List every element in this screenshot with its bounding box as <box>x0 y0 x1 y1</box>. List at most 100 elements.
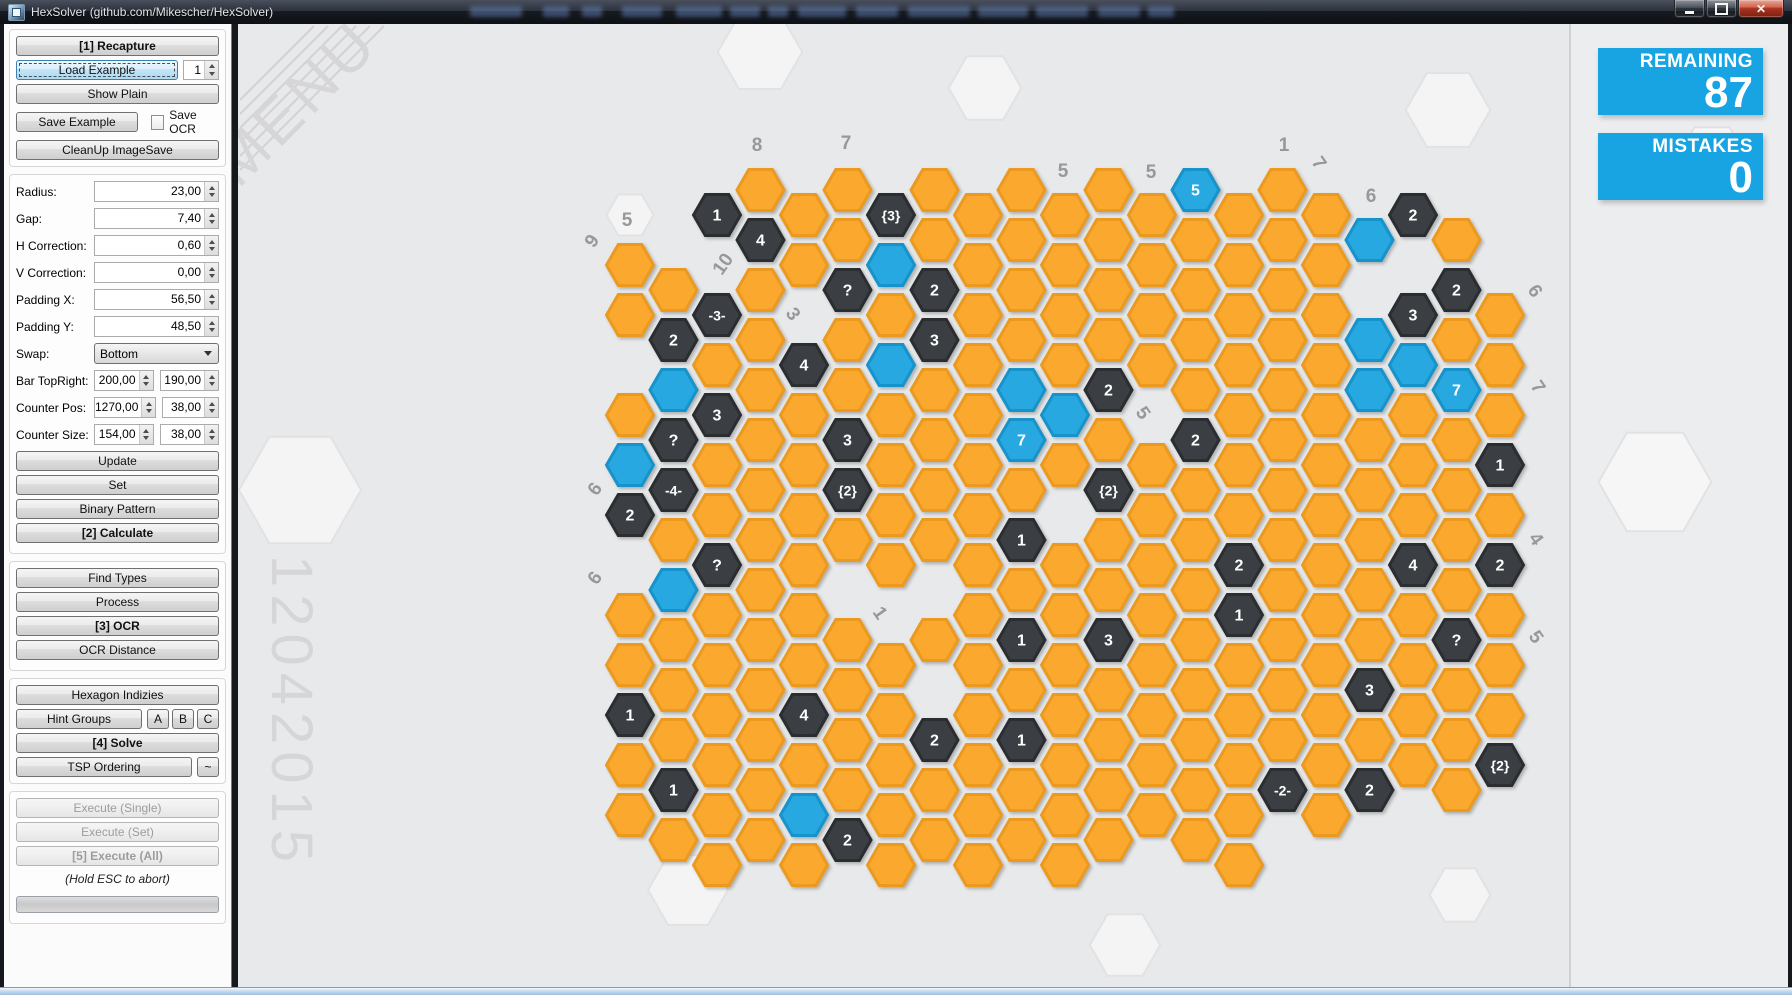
hex-cell-orange-0-12[interactable] <box>607 745 654 786</box>
hex-board[interactable]: MENU12042015212?-4-11-3-3?444?3{2}2{3}23… <box>238 24 1788 988</box>
padding-x-input-0[interactable]: 56,50 <box>94 289 219 310</box>
hex-cell-orange-8-7[interactable] <box>955 495 1002 536</box>
hex-cell-orange-18-11[interactable] <box>1390 695 1437 736</box>
hex-cell-orange-2-6[interactable] <box>694 445 741 486</box>
cleanup-imagesave-button[interactable]: CleanUp ImageSave <box>16 140 219 160</box>
stepper-arrows-icon[interactable] <box>204 209 218 228</box>
hex-cell-orange-16-12[interactable] <box>1303 745 1350 786</box>
hex-cell-orange-14-7[interactable] <box>1216 495 1263 536</box>
hex-cell-orange-6-3[interactable] <box>868 295 915 336</box>
gap-input-0[interactable]: 7,40 <box>94 208 219 229</box>
hex-cell-orange-2-13[interactable] <box>694 795 741 836</box>
hex-cell-orange-12-10[interactable] <box>1129 645 1176 686</box>
hex-cell-orange-20-9[interactable] <box>1477 595 1524 636</box>
hex-cell-orange-11-8[interactable] <box>1085 520 1132 561</box>
h-correction-input-0[interactable]: 0,60 <box>94 235 219 256</box>
hex-cell-orange-14-10[interactable] <box>1216 645 1263 686</box>
execute-set-button[interactable]: Execute (Set) <box>16 822 219 842</box>
hex-cell-orange-18-5[interactable] <box>1390 395 1437 436</box>
hex-cell-orange-8-8[interactable] <box>955 545 1002 586</box>
hex-cell-orange-3-14[interactable] <box>737 820 784 861</box>
find-types-button[interactable]: Find Types <box>16 568 219 588</box>
hex-cell-orange-11-9[interactable] <box>1085 570 1132 611</box>
hex-cell-orange-4-8[interactable] <box>781 545 828 586</box>
hex-cell-orange-15-7[interactable] <box>1259 470 1306 511</box>
hex-cell-orange-4-5[interactable] <box>781 395 828 436</box>
hex-cell-blue-17-4[interactable] <box>1346 320 1393 361</box>
hex-cell-orange-5-11[interactable] <box>824 670 871 711</box>
hex-cell-blue-0-6[interactable] <box>607 445 654 486</box>
hex-cell-orange-5-8[interactable] <box>824 520 871 561</box>
stepper-arrows-icon[interactable] <box>141 398 155 417</box>
hex-cell-orange-5-1[interactable] <box>824 170 871 211</box>
set-button[interactable]: Set <box>16 475 219 495</box>
hex-cell-orange-9-1[interactable] <box>998 170 1045 211</box>
hex-cell-orange-2-7[interactable] <box>694 495 741 536</box>
hex-cell-orange-7-13[interactable] <box>911 770 958 811</box>
stepper-arrows-icon[interactable] <box>204 236 218 255</box>
hex-cell-orange-20-3[interactable] <box>1477 295 1524 336</box>
hex-cell-orange-15-1[interactable] <box>1259 170 1306 211</box>
hex-cell-orange-7-6[interactable] <box>911 420 958 461</box>
hex-cell-orange-18-6[interactable] <box>1390 445 1437 486</box>
hex-cell-orange-8-12[interactable] <box>955 745 1002 786</box>
hex-cell-orange-5-4[interactable] <box>824 320 871 361</box>
padding-y-input-0[interactable]: 48,50 <box>94 316 219 337</box>
hex-cell-orange-7-14[interactable] <box>911 820 958 861</box>
hex-cell-orange-17-7[interactable] <box>1346 470 1393 511</box>
hex-cell-orange-1-11[interactable] <box>650 670 697 711</box>
hex-cell-blue-17-5[interactable] <box>1346 370 1393 411</box>
hex-cell-orange-15-6[interactable] <box>1259 420 1306 461</box>
hex-cell-orange-16-10[interactable] <box>1303 645 1350 686</box>
hex-cell-orange-13-11[interactable] <box>1172 670 1219 711</box>
hex-cell-orange-2-10[interactable] <box>694 645 741 686</box>
hex-cell-orange-10-1[interactable] <box>1042 195 1089 236</box>
hex-cell-orange-2-11[interactable] <box>694 695 741 736</box>
stepper-arrows-icon[interactable] <box>139 371 153 390</box>
hex-cell-blue-18-4[interactable] <box>1390 345 1437 386</box>
hex-cell-orange-10-6[interactable] <box>1042 445 1089 486</box>
hex-cell-orange-10-14[interactable] <box>1042 845 1089 886</box>
load-example-stepper[interactable]: 1 <box>183 60 219 80</box>
hex-cell-orange-20-10[interactable] <box>1477 645 1524 686</box>
hex-cell-orange-6-7[interactable] <box>868 495 915 536</box>
hex-cell-orange-1-12[interactable] <box>650 720 697 761</box>
hex-cell-orange-9-7[interactable] <box>998 470 1045 511</box>
hex-cell-orange-2-12[interactable] <box>694 745 741 786</box>
hex-cell-blue-6-4[interactable] <box>868 345 915 386</box>
hex-cell-orange-12-6[interactable] <box>1129 445 1176 486</box>
hex-cell-orange-12-3[interactable] <box>1129 295 1176 336</box>
hex-cell-orange-9-9[interactable] <box>998 570 1045 611</box>
hex-cell-orange-4-6[interactable] <box>781 445 828 486</box>
hex-cell-orange-15-2[interactable] <box>1259 220 1306 261</box>
hex-cell-orange-19-8[interactable] <box>1433 520 1480 561</box>
hex-cell-orange-6-11[interactable] <box>868 695 915 736</box>
hex-cell-orange-3-3[interactable] <box>737 270 784 311</box>
hex-cell-orange-7-8[interactable] <box>911 520 958 561</box>
save-example-button[interactable]: Save Example <box>16 112 138 132</box>
hex-cell-orange-1-8[interactable] <box>650 520 697 561</box>
hex-cell-orange-14-4[interactable] <box>1216 345 1263 386</box>
hex-cell-orange-13-7[interactable] <box>1172 470 1219 511</box>
hex-cell-orange-3-7[interactable] <box>737 470 784 511</box>
hex-cell-orange-15-10[interactable] <box>1259 620 1306 661</box>
hex-cell-orange-3-13[interactable] <box>737 770 784 811</box>
stepper-arrows-icon[interactable] <box>204 317 218 336</box>
hex-cell-orange-0-10[interactable] <box>607 645 654 686</box>
hex-cell-orange-7-2[interactable] <box>911 220 958 261</box>
hex-cell-orange-13-4[interactable] <box>1172 320 1219 361</box>
hex-cell-orange-16-13[interactable] <box>1303 795 1350 836</box>
hex-cell-orange-1-10[interactable] <box>650 620 697 661</box>
hex-cell-orange-10-4[interactable] <box>1042 345 1089 386</box>
hex-cell-blue-10-5[interactable] <box>1042 395 1089 436</box>
hex-cell-orange-12-13[interactable] <box>1129 795 1176 836</box>
hex-cell-orange-8-10[interactable] <box>955 645 1002 686</box>
hex-cell-orange-20-4[interactable] <box>1477 345 1524 386</box>
hex-cell-orange-19-2[interactable] <box>1433 220 1480 261</box>
hex-cell-orange-12-7[interactable] <box>1129 495 1176 536</box>
hex-cell-orange-9-2[interactable] <box>998 220 1045 261</box>
hex-cell-orange-11-1[interactable] <box>1085 170 1132 211</box>
hex-cell-orange-9-4[interactable] <box>998 320 1045 361</box>
hex-cell-orange-16-11[interactable] <box>1303 695 1350 736</box>
hex-cell-orange-7-1[interactable] <box>911 170 958 211</box>
